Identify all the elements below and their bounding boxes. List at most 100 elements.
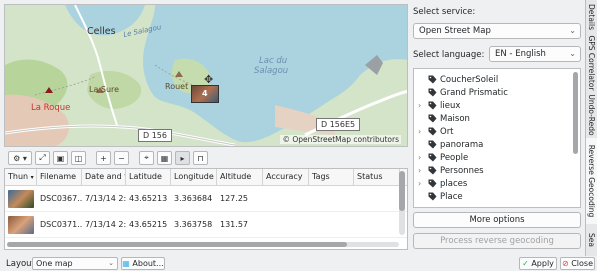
tab-gps-correlator[interactable]: GPS Correlator bbox=[585, 34, 597, 92]
tag-icon bbox=[428, 179, 437, 192]
tag-icon bbox=[428, 166, 437, 179]
tag-icon bbox=[428, 101, 437, 114]
zoom-out-icon: − bbox=[118, 153, 125, 163]
zoom-out-button[interactable]: − bbox=[114, 151, 129, 165]
cell-latitude: 43.65215 bbox=[129, 220, 168, 229]
bottom-bar: Layout: One map ⌄ ▦ About... ✓ Apply ⊘ C… bbox=[0, 256, 597, 271]
cell-date: 7/13/14 2:... bbox=[85, 194, 126, 203]
tag-icon bbox=[428, 75, 437, 88]
map-label-rouet: Rouet bbox=[165, 82, 189, 91]
move-cursor-icon: ✥ bbox=[204, 73, 214, 86]
road-label-d156e5: D 156E5 bbox=[316, 118, 361, 131]
chevron-down-icon: ▾ bbox=[30, 174, 34, 181]
chevron-right-icon[interactable]: › bbox=[418, 178, 421, 190]
table-row[interactable]: DSC0367... 7/13/14 2:... 43.65213 3.3636… bbox=[5, 186, 407, 212]
select-language-label: Select language: bbox=[413, 50, 485, 60]
column-header-filename[interactable]: Filename bbox=[37, 169, 82, 185]
table-horizontal-scrollbar[interactable] bbox=[7, 242, 399, 247]
select-mode-button[interactable]: ⌖ bbox=[139, 151, 154, 165]
column-header-status[interactable]: Status bbox=[354, 169, 400, 185]
grid-icon: ▦ bbox=[122, 259, 130, 268]
expand-icon: ⤢ bbox=[39, 153, 46, 162]
column-header-latitude[interactable]: Latitude bbox=[126, 169, 171, 185]
close-icon: ⊘ bbox=[561, 259, 569, 268]
cell-altitude: 131.57 bbox=[220, 220, 248, 229]
check-icon: ✓ bbox=[522, 259, 529, 268]
table-row[interactable]: DSC0371... 7/13/14 2:... 43.65215 3.3637… bbox=[5, 212, 407, 238]
cell-latitude: 43.65213 bbox=[129, 194, 168, 203]
cell-filename: DSC0367... bbox=[40, 194, 82, 203]
photo-marker[interactable]: 4 bbox=[191, 85, 219, 103]
more-options-button[interactable]: More options bbox=[413, 212, 581, 228]
select-service-label: Select service: bbox=[413, 7, 476, 17]
cell-longitude: 3.363758 bbox=[174, 220, 213, 229]
service-select[interactable]: Open Street Map ⌄ bbox=[413, 23, 581, 39]
show-preview-button[interactable]: ◫ bbox=[71, 151, 86, 165]
tag-icon bbox=[428, 114, 437, 127]
gear-icon: ⚙ ▾ bbox=[13, 153, 27, 163]
layout-select[interactable]: One map ⌄ bbox=[32, 257, 118, 270]
image-icon: ▣ bbox=[56, 153, 65, 163]
tab-search[interactable]: Sea bbox=[585, 224, 597, 256]
road-label-d156: D 156 bbox=[138, 129, 172, 142]
image-table[interactable]: Thun ▾ Filename Date and tim Latitude Lo… bbox=[4, 168, 408, 250]
column-header-altitude[interactable]: Altitude bbox=[217, 169, 263, 185]
zoom-in-button[interactable]: + bbox=[96, 151, 111, 165]
tab-reverse-geocoding[interactable]: Reverse Geocoding bbox=[585, 138, 597, 224]
tab-details[interactable]: Details bbox=[585, 0, 597, 34]
tag-icon bbox=[428, 153, 437, 166]
side-tab-bar: Details GPS Correlator Undo-Redo Reverse… bbox=[585, 0, 597, 256]
column-header-tags[interactable]: Tags bbox=[309, 169, 354, 185]
tree-item-label: Ort bbox=[440, 127, 454, 137]
tag-icon bbox=[428, 88, 437, 101]
settings-menu-button[interactable]: ⚙ ▾ bbox=[8, 151, 32, 165]
apply-button[interactable]: ✓ Apply bbox=[519, 257, 557, 270]
pan-mode-button[interactable]: ▸ bbox=[175, 151, 190, 165]
process-reverse-geocoding-button[interactable]: Process reverse geocoding bbox=[413, 233, 581, 249]
tree-item-label: places bbox=[440, 179, 468, 189]
column-header-accuracy[interactable]: Accuracy bbox=[263, 169, 309, 185]
tag-icon bbox=[428, 127, 437, 140]
thumbnail-image bbox=[8, 189, 34, 208]
chevron-right-icon[interactable]: › bbox=[418, 165, 421, 177]
language-select[interactable]: EN - English ⌄ bbox=[489, 46, 581, 62]
close-button[interactable]: ⊘ Close bbox=[560, 257, 595, 270]
map-label-la-roque: La Roque bbox=[31, 103, 71, 113]
tree-scrollbar[interactable] bbox=[573, 72, 578, 154]
thumbnail-image bbox=[8, 215, 34, 234]
tag-icon bbox=[428, 192, 437, 205]
zoom-to-fit-button[interactable]: ⤢ bbox=[35, 151, 50, 165]
map-label-lac: Lac du bbox=[259, 56, 288, 66]
map-attribution[interactable]: © OpenStreetMap contributors bbox=[280, 135, 401, 144]
tree-item-label: People bbox=[440, 153, 469, 163]
show-thumbnails-button[interactable]: ▣ bbox=[53, 151, 68, 165]
map-label-la-sure: La Sure bbox=[89, 85, 120, 94]
chevron-right-icon[interactable]: › bbox=[418, 126, 421, 138]
tree-item-label: Grand Prismatic bbox=[440, 88, 508, 98]
chevron-right-icon[interactable]: › bbox=[418, 100, 421, 112]
map-view[interactable]: Celles Le Salagou Lac du Salagou La Sure… bbox=[4, 4, 408, 147]
tag-tree[interactable]: CoucherSoleil Grand Prismatic › lieux Maison… bbox=[413, 68, 581, 208]
column-header-thumbnail[interactable]: Thun ▾ bbox=[5, 169, 37, 185]
column-header-longitude[interactable]: Longitude bbox=[171, 169, 217, 185]
column-header-date[interactable]: Date and tim bbox=[82, 169, 126, 185]
cell-altitude: 127.25 bbox=[220, 194, 248, 203]
bookmark-icon: ⊓ bbox=[197, 153, 204, 163]
map-label-celles: Celles bbox=[87, 26, 116, 37]
cell-date: 7/13/14 2:... bbox=[85, 220, 126, 229]
scrollbar-thumb[interactable] bbox=[399, 171, 405, 211]
grid-icon: ▦ bbox=[160, 153, 169, 163]
map-label-salagou: Salagou bbox=[254, 66, 289, 76]
chevron-down-icon: ⌄ bbox=[569, 49, 576, 58]
table-vertical-scrollbar[interactable] bbox=[399, 171, 405, 235]
tree-item-label: CoucherSoleil bbox=[440, 75, 499, 85]
tag-icon bbox=[428, 140, 437, 153]
grid-button[interactable]: ▦ bbox=[157, 151, 172, 165]
tree-item-label: panorama bbox=[440, 140, 484, 150]
chevron-down-icon: ⌄ bbox=[569, 26, 576, 35]
about-button[interactable]: ▦ About... bbox=[121, 257, 165, 270]
chevron-right-icon[interactable]: › bbox=[418, 152, 421, 164]
bookmark-button[interactable]: ⊓ bbox=[193, 151, 208, 165]
scrollbar-thumb[interactable] bbox=[7, 242, 347, 247]
tab-undo-redo[interactable]: Undo-Redo bbox=[585, 92, 597, 138]
